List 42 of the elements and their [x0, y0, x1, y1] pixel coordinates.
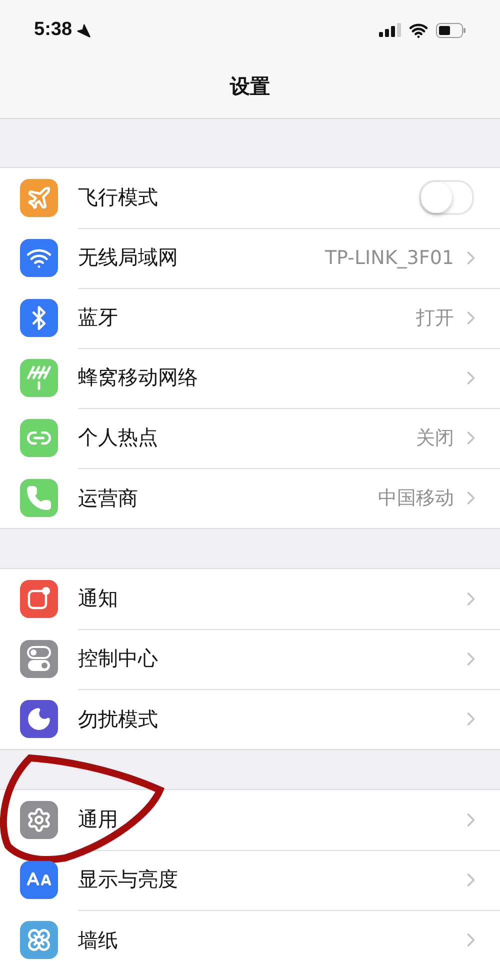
notification-icon — [26, 586, 52, 612]
battery-icon — [436, 22, 466, 38]
settings-row[interactable]: 飞行模式 — [0, 168, 500, 228]
setting-label: 无线局域网 — [78, 244, 179, 271]
setting-label: 墙纸 — [78, 926, 119, 954]
setting-value: 关闭 — [416, 426, 454, 450]
settings-row[interactable]: 墙纸 — [0, 910, 500, 961]
setting-label: 勿扰模式 — [78, 706, 159, 732]
setting-label: 显示与亮度 — [78, 866, 179, 893]
settings-row[interactable]: 个人热点 关闭 — [0, 408, 500, 468]
setting-label: 蜂窝移动网络 — [78, 364, 199, 391]
airplane-icon — [26, 185, 52, 211]
status-time: 5:38 — [34, 19, 72, 41]
nav-title: 设置 — [230, 72, 270, 100]
settings-row[interactable]: 勿扰模式 — [0, 689, 500, 749]
antenna-icon — [26, 365, 52, 391]
settings-row[interactable]: 控制中心 — [0, 629, 500, 689]
setting-label: 控制中心 — [78, 645, 159, 672]
setting-label: 个人热点 — [78, 424, 159, 451]
moon-icon — [26, 706, 52, 732]
setting-label: 蓝牙 — [78, 304, 119, 331]
setting-label: 通用 — [78, 806, 119, 833]
setting-value: 中国移动 — [378, 486, 454, 511]
settings-row[interactable]: 无线局域网 TP-LINK_3F01 — [0, 228, 500, 288]
setting-label: 飞行模式 — [78, 184, 159, 211]
location-icon — [76, 22, 92, 38]
toggle-switch[interactable] — [419, 180, 474, 215]
settings-row[interactable]: 通用 — [0, 790, 500, 850]
settings-row[interactable]: 显示与亮度 — [0, 850, 500, 910]
setting-value: TP-LINK_3F01 — [324, 246, 454, 268]
settings-row[interactable]: 运营商 中国移动 — [0, 468, 500, 528]
settings-icon — [26, 807, 52, 833]
flower-icon — [26, 927, 52, 953]
signal-icon — [379, 23, 401, 37]
settings-row[interactable]: 通知 — [0, 569, 500, 629]
setting-value: 打开 — [416, 306, 454, 330]
toggles-icon — [26, 645, 52, 673]
setting-label: 通知 — [78, 585, 119, 612]
phone-icon — [26, 485, 52, 511]
settings-row[interactable]: 蜂窝移动网络 — [0, 348, 500, 408]
setting-label: 运营商 — [78, 484, 139, 512]
settings-row[interactable]: 蓝牙 打开 — [0, 288, 500, 348]
